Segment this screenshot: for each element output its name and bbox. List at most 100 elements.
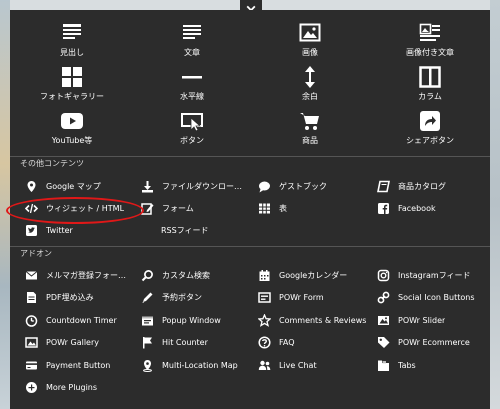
plugin-item-label: Tabs bbox=[398, 360, 416, 370]
code-icon bbox=[25, 202, 38, 215]
content-type-label: 水平線 bbox=[180, 92, 204, 101]
content-type-youtube[interactable]: YouTube等 bbox=[12, 109, 132, 153]
content-type-label: 見出し bbox=[60, 48, 84, 57]
content-type-share[interactable]: シェアボタン bbox=[370, 109, 490, 153]
plugin-item-help[interactable]: FAQ bbox=[258, 335, 372, 351]
section-title-other: その他コンテンツ bbox=[20, 159, 84, 168]
plugin-item-card[interactable]: Payment Button bbox=[25, 357, 137, 373]
plugin-item-label: Hit Counter bbox=[162, 338, 208, 347]
plugin-item-label: FAQ bbox=[279, 338, 295, 347]
content-type-spacer[interactable]: 余白 bbox=[250, 65, 370, 109]
cart-icon bbox=[300, 113, 319, 130]
calendar-icon bbox=[258, 269, 271, 282]
plugin-item-tabs[interactable]: Tabs bbox=[377, 357, 489, 373]
plugin-item-pdf[interactable]: PDF埋め込み bbox=[25, 290, 137, 306]
plugin-item-twitter[interactable]: Twitter bbox=[25, 222, 137, 238]
plugin-item-rss[interactable]: RSSフィード bbox=[161, 222, 273, 238]
edit-icon bbox=[141, 202, 154, 215]
plugin-item-timer[interactable]: Countdown Timer bbox=[25, 312, 137, 328]
plugin-item-star[interactable]: Comments & Reviews bbox=[258, 312, 372, 328]
form-icon bbox=[258, 291, 271, 304]
plugin-item-label: Facebook bbox=[398, 203, 436, 213]
content-type-label: フォトギャラリー bbox=[40, 92, 104, 101]
plugin-item-tag[interactable]: POWr Ecommerce bbox=[377, 335, 489, 351]
instagram-icon bbox=[377, 269, 390, 282]
plugin-item-label: ウィジェット / HTML bbox=[46, 203, 125, 213]
plugin-item-pencil[interactable]: 予約ボタン bbox=[141, 290, 253, 306]
content-type-columns[interactable]: カラム bbox=[370, 65, 490, 109]
plugin-item-form[interactable]: POWr Form bbox=[258, 290, 372, 306]
plugin-item-facebook[interactable]: Facebook bbox=[377, 200, 489, 216]
content-type-label: 画像付き文章 bbox=[406, 48, 454, 57]
plugin-item-edit[interactable]: フォーム bbox=[141, 200, 253, 216]
content-type-label: 余白 bbox=[302, 92, 318, 101]
plugin-item-calendar[interactable]: Googleカレンダー bbox=[258, 267, 372, 283]
content-type-button[interactable]: ボタン bbox=[132, 109, 252, 153]
plugin-item-book[interactable]: 商品カタログ bbox=[377, 178, 489, 194]
plugin-item-code[interactable]: ウィジェット / HTML bbox=[25, 200, 137, 216]
button-icon bbox=[181, 113, 203, 132]
gallery-icon bbox=[62, 67, 82, 87]
plugin-item-table[interactable]: 表 bbox=[258, 200, 372, 216]
plugin-item-flag[interactable]: Hit Counter bbox=[141, 335, 253, 351]
plugin-item-speech-bubble[interactable]: ゲストブック bbox=[258, 178, 372, 194]
content-type-label: カラム bbox=[418, 92, 442, 101]
plugin-item-popup[interactable]: Popup Window bbox=[141, 312, 253, 328]
plugin-item-location[interactable]: Multi-Location Map bbox=[141, 357, 253, 373]
plus-icon bbox=[25, 381, 38, 394]
facebook-icon bbox=[377, 202, 390, 215]
flag-icon bbox=[141, 336, 154, 349]
popup-icon bbox=[141, 314, 154, 327]
plugin-item-search[interactable]: カスタム検索 bbox=[141, 267, 253, 283]
content-type-label: シェアボタン bbox=[406, 136, 454, 145]
tag-icon bbox=[377, 336, 390, 349]
content-type-heading[interactable]: 見出し bbox=[12, 21, 132, 65]
plugin-item-download[interactable]: ファイルダウンロー… bbox=[141, 178, 253, 194]
plugin-item-label: 表 bbox=[279, 203, 287, 213]
help-icon bbox=[258, 336, 271, 349]
plugin-item-label: Googleカレンダー bbox=[279, 270, 348, 280]
twitter-icon bbox=[25, 224, 38, 237]
pdf-icon bbox=[25, 291, 38, 304]
plugin-item-label: Live Chat bbox=[279, 360, 317, 370]
plugin-item-link[interactable]: Social Icon Buttons bbox=[377, 290, 489, 306]
content-type-image[interactable]: 画像 bbox=[250, 21, 370, 65]
plugin-item-label: POWr Gallery bbox=[46, 338, 99, 347]
columns-icon bbox=[419, 66, 441, 88]
table-icon bbox=[258, 202, 271, 215]
plugin-item-label: Payment Button bbox=[46, 360, 111, 370]
plugin-item-label: フォーム bbox=[162, 203, 194, 213]
background-left bbox=[0, 0, 10, 409]
plugin-item-slider[interactable]: POWr Slider bbox=[377, 312, 489, 328]
plugin-item-label: Countdown Timer bbox=[46, 315, 117, 325]
content-type-label: 商品 bbox=[302, 136, 318, 145]
plugin-item-chat[interactable]: Live Chat bbox=[258, 357, 372, 373]
content-type-text[interactable]: 文章 bbox=[132, 21, 252, 65]
download-icon bbox=[141, 180, 154, 193]
map-pin-icon bbox=[25, 180, 38, 193]
youtube-icon bbox=[61, 113, 83, 129]
content-type-image-text[interactable]: 画像付き文章 bbox=[370, 21, 490, 65]
plugin-item-mail[interactable]: メルマガ登録フォー… bbox=[25, 267, 137, 283]
plugin-item-label: Google マップ bbox=[46, 181, 101, 191]
plugin-item-label: Multi-Location Map bbox=[162, 360, 238, 370]
slider-icon bbox=[377, 314, 390, 327]
plugin-item-label: カスタム検索 bbox=[162, 270, 210, 280]
speech-bubble-icon bbox=[258, 180, 271, 193]
plugin-item-label: POWr Form bbox=[279, 293, 324, 302]
timer-icon bbox=[25, 314, 38, 327]
plugin-item-map-pin[interactable]: Google マップ bbox=[25, 178, 137, 194]
plugin-item-plus[interactable]: More Plugins bbox=[25, 380, 137, 396]
plugin-item-photo[interactable]: POWr Gallery bbox=[25, 335, 137, 351]
content-type-gallery[interactable]: フォトギャラリー bbox=[12, 65, 132, 109]
plugin-item-label: ファイルダウンロー… bbox=[162, 181, 242, 191]
tabs-icon bbox=[377, 359, 390, 372]
content-type-label: YouTube等 bbox=[51, 136, 93, 145]
spacer-icon bbox=[305, 66, 315, 88]
content-type-horizontal-line[interactable]: 水平線 bbox=[132, 65, 252, 109]
pencil-icon bbox=[141, 291, 154, 304]
plugin-item-label: 予約ボタン bbox=[162, 293, 202, 302]
photo-icon bbox=[25, 336, 38, 349]
plugin-item-instagram[interactable]: Instagramフィード bbox=[377, 267, 489, 283]
content-type-cart[interactable]: 商品 bbox=[250, 109, 370, 153]
